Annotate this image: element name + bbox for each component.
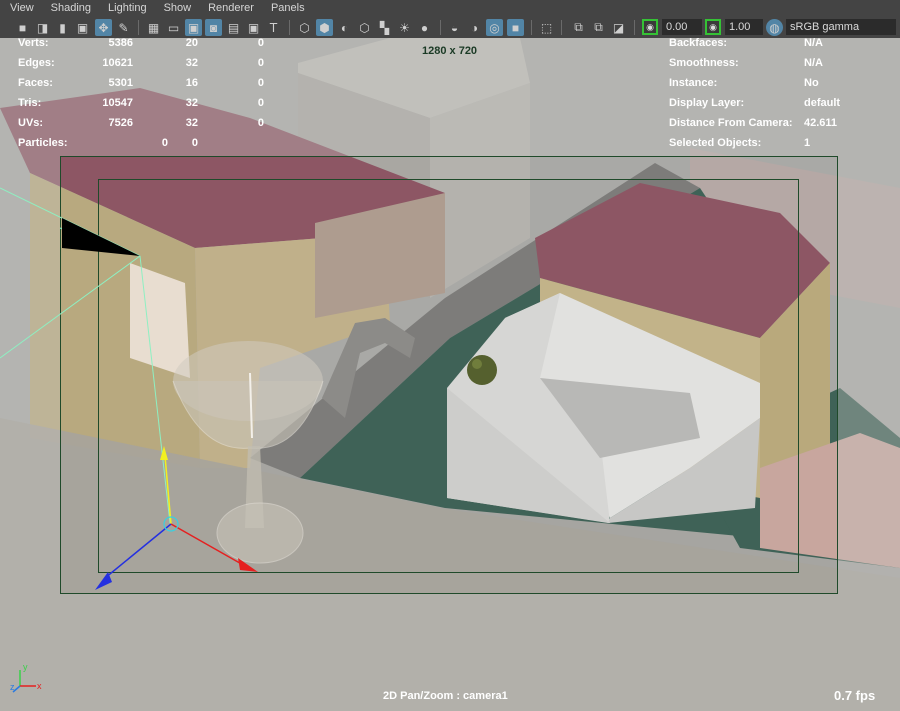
isolate-select-icon[interactable]: ⬚ [538,19,555,36]
resolution-gate-icon[interactable]: ▣ [185,19,202,36]
menu-lighting[interactable]: Lighting [98,0,154,17]
hud-display-layer-value: default [804,97,841,109]
wireframe-icon[interactable]: ⬡ [296,19,313,36]
hud-distance-value: 42.611 [804,117,838,129]
xray-icon[interactable]: ◒ [446,19,463,36]
hud-edges-v3: 0 [257,57,264,69]
fps-readout: 0.7 fps [834,688,876,703]
hud-selected-objects-value: 1 [804,137,811,149]
exposure-icon[interactable]: ◉ [642,19,658,35]
default-material-icon[interactable]: ◐ [336,19,353,36]
menu-show[interactable]: Show [154,0,199,17]
hud-smoothness-value: N/A [804,57,823,69]
film-gate-icon[interactable]: ▭ [165,19,182,36]
hud-smoothness-label: Smoothness: [669,57,739,69]
hud-verts-v2: 20 [185,37,198,49]
multisample-icon[interactable]: ⧉ [570,19,587,36]
hud-particles-label: Particles: [18,137,68,149]
hud-uvs-v1: 7526 [108,117,133,129]
camera-status: 2D Pan/Zoom : camera1 [383,690,508,702]
grease-pencil-icon[interactable]: ✎ [115,19,132,36]
hud-particles-v3: 0 [191,137,198,149]
hud-instance-value: No [804,77,819,89]
menu-renderer[interactable]: Renderer [198,0,261,17]
hud-tris-label: Tris: [18,97,42,109]
exposure-field[interactable]: 0.00 [662,19,702,35]
axis-z-label: z [10,682,15,692]
depth-of-field-icon[interactable]: ◪ [610,19,627,36]
gamma-icon[interactable]: ◉ [705,19,721,35]
hud-selected-objects-label: Selected Objects: [669,137,762,149]
hud-edges-label: Edges: [18,57,55,69]
hud-uvs-v2: 32 [185,117,198,129]
view-transform-select[interactable]: sRGB gamma [786,19,896,35]
xray-joints-icon[interactable]: ◑ [466,19,483,36]
gamma-field[interactable]: 1.00 [725,19,763,35]
hud-distance-label: Distance From Camera: [669,117,793,129]
axis-x-label: x [37,681,42,691]
viewport-toolbar: ■ ◨ ▮ ▣ ✥ ✎ ▦ ▭ ▣ ◙ ▤ ▣ Ｔ ⬡ ⬢ ◐ ⬡ ▚ ☀ ● … [0,17,900,39]
grid-icon[interactable]: ▦ [145,19,162,36]
hud-faces-v2: 16 [185,77,198,89]
menu-panels[interactable]: Panels [261,0,312,17]
hud-tris-v3: 0 [257,97,264,109]
select-camera-icon[interactable]: ■ [14,19,31,36]
screen-space-ao-icon[interactable]: ⧉ [590,19,607,36]
hud-backfaces-label: Backfaces: [669,37,728,49]
hud-faces-v3: 0 [257,77,264,89]
ambient-occlusion-icon[interactable]: ◎ [486,19,503,36]
safe-title-icon[interactable]: Ｔ [265,19,282,36]
scene-render [0,38,900,711]
hud-verts-v1: 5386 [108,37,133,49]
wireframe-on-shaded-icon[interactable]: ⬡ [356,19,373,36]
use-all-lights-icon[interactable]: ☀ [396,19,413,36]
2d-pan-zoom-icon[interactable]: ✥ [95,19,112,36]
3d-viewport[interactable]: Verts: 5386 20 0 Edges: 10621 32 0 Faces… [0,37,900,711]
hud-verts-v3: 0 [257,37,264,49]
color-management-icon[interactable]: ◍ [766,19,783,36]
hud-verts-label: Verts: [18,37,49,49]
hud-particles-v2: 0 [161,137,168,149]
hud-edges-v1: 10621 [102,57,133,69]
motion-blur-icon[interactable]: ■ [507,19,524,36]
bookmark-icon[interactable]: ▮ [54,19,71,36]
hud-uvs-label: UVs: [18,117,44,129]
viewport-menu-bar: View Shading Lighting Show Renderer Pane… [0,0,900,17]
resolution-readout: 1280 x 720 [422,45,478,57]
hud-faces-label: Faces: [18,77,53,89]
hud-instance-label: Instance: [669,77,718,89]
camera-attributes-icon[interactable]: ◨ [34,19,51,36]
field-chart-icon[interactable]: ▤ [225,19,242,36]
menu-shading[interactable]: Shading [41,0,98,17]
menu-view[interactable]: View [0,0,41,17]
hud-backfaces-value: N/A [804,37,823,49]
image-plane-icon[interactable]: ▣ [74,19,91,36]
hud-faces-v1: 5301 [108,77,133,89]
axis-triad-icon: y x z [10,662,42,693]
hud-tris-v1: 10547 [102,97,133,109]
hud-tris-v2: 32 [185,97,198,109]
smooth-shade-icon[interactable]: ⬢ [316,19,333,36]
gate-mask-icon[interactable]: ◙ [205,19,222,36]
hud-uvs-v3: 0 [257,117,264,129]
hud-edges-v2: 32 [185,57,198,69]
shadows-icon[interactable]: ● [416,19,433,36]
hud-display-layer-label: Display Layer: [669,97,745,109]
safe-action-icon[interactable]: ▣ [245,19,262,36]
textured-icon[interactable]: ▚ [376,19,393,36]
axis-y-label: y [23,662,28,672]
